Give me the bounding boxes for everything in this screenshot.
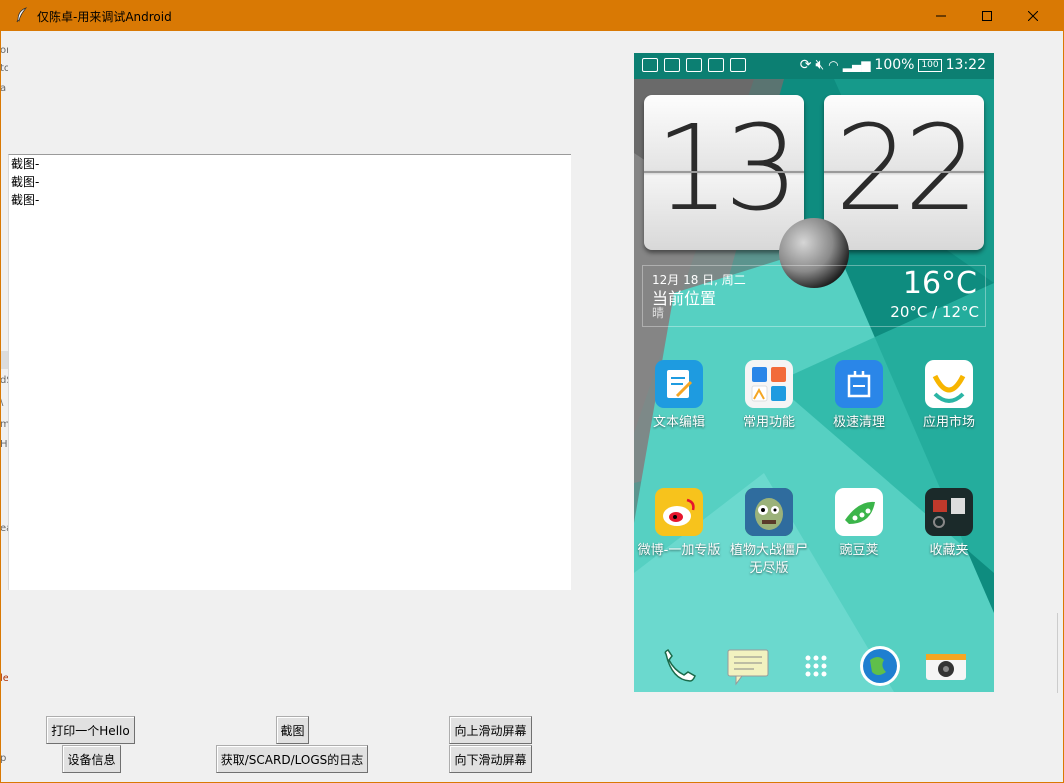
log-output[interactable]: 截图- 截图- 截图- [8,154,571,590]
messages-icon[interactable] [726,644,770,688]
battery-icon: 100 [918,58,942,72]
app-label: 文本编辑 [652,415,705,430]
battery-percent: 100% [874,57,915,73]
storage-icon [708,58,724,72]
phone-screen[interactable]: ⟳ 🔇︎ ◠ ▂▄▆ 100% 100 13:22 13 22 12月 18 日… [634,53,994,692]
weather-temp: 16°C [902,266,977,301]
app-cleaner[interactable]: 极速清理 [814,360,904,432]
app-label: 应用市场 [922,415,975,430]
usb-debug-icon [664,58,680,72]
minimize-icon [936,15,946,16]
phone-dock [634,638,994,692]
flip-divider [824,171,984,173]
browser-icon[interactable] [858,644,902,688]
app-bookmarks[interactable]: 收藏夹 [904,488,994,560]
minimize-button[interactable] [918,0,964,31]
app-text-editor[interactable]: 文本编辑 [634,360,724,432]
edge-line [1057,613,1064,693]
close-button[interactable] [1010,0,1056,31]
edge-block [0,351,8,369]
pvz-icon [745,488,793,536]
edge-fragment: to [0,63,8,74]
edge-fragment: p [0,753,7,764]
edge-fragment: on [0,45,8,56]
weather-condition: 晴 [652,306,665,320]
text-editor-icon [655,360,703,408]
weather-widget[interactable]: 12月 18 日, 周二 当前位置 晴 16°C 20°C / 12°C [642,265,986,327]
bookmarks-icon [925,488,973,536]
window-title: 仅陈卓-用来调试Android [37,10,172,24]
clock-hour-card: 13 [644,95,804,250]
android-status-bar: ⟳ 🔇︎ ◠ ▂▄▆ 100% 100 13:22 [634,53,994,79]
get-logs-button[interactable]: 获取/SCARD/LOGS的日志 [216,745,368,773]
sync-icon: ⟳ [799,57,812,73]
print-hello-button[interactable]: 打印一个Hello [46,716,135,744]
weather-range: 20°C / 12°C [890,303,979,321]
scroll-up-button[interactable]: 向上滑动屏幕 [449,716,532,744]
status-time: 13:22 [945,57,986,73]
log-line: 截图- [11,193,40,207]
weibo-icon [655,488,703,536]
edge-fragment: ea [0,523,8,534]
screenshot-button[interactable]: 截图 [276,716,309,744]
edge-fragment: dS [0,375,8,386]
close-icon [1028,10,1038,21]
cleaner-icon [835,360,883,408]
feather-icon [16,7,28,23]
background-window-edge-right [1055,31,1064,783]
edge-fragment: H [0,439,8,450]
app-market-icon [925,360,973,408]
app-pvz[interactable]: 植物大战僵尸无尽版 [724,488,814,578]
debug-icon [686,58,702,72]
title-bar[interactable]: 仅陈卓-用来调试Android [0,0,1064,31]
notification-icon [642,58,658,72]
app-wandoujia[interactable]: 豌豆荚 [814,488,904,560]
device-info-button[interactable]: 设备信息 [62,745,121,773]
app-window: 仅陈卓-用来调试Android on to a dS \ m H ea le p… [0,0,1064,783]
app-market[interactable]: 应用市场 [904,360,994,432]
clock-minute-card: 22 [824,95,984,250]
app-label: 常用功能 [742,415,795,430]
edge-fragment: \ [0,397,4,408]
log-line: 截图- [11,175,40,189]
edge-fragment: a [0,83,7,94]
maximize-button[interactable] [964,0,1010,31]
app-label: 豌豆荚 [839,543,879,558]
app-tools-folder[interactable]: 常用功能 [724,360,814,432]
wifi-icon: ◠ [828,58,839,72]
signal-icon: ▂▄▆ [842,58,871,72]
debug-icon [730,58,746,72]
app-label: 微博-一加专版 [637,543,721,558]
camera-icon[interactable] [924,644,968,688]
tools-folder-icon [745,360,793,408]
app-drawer-icon[interactable] [794,644,838,688]
flip-divider [644,171,804,173]
app-label: 植物大战僵尸无尽版 [729,543,808,576]
phone-icon[interactable] [658,644,702,688]
edge-fragment: m [0,419,8,430]
app-weibo[interactable]: 微博-一加专版 [634,488,724,560]
maximize-icon [982,10,992,21]
clock-hour: 13 [654,99,799,237]
app-label: 收藏夹 [929,543,969,558]
scroll-down-button[interactable]: 向下滑动屏幕 [449,745,532,773]
log-line: 截图- [11,157,40,171]
app-label: 极速清理 [832,415,885,430]
clock-minute: 22 [834,99,979,237]
edge-fragment: le [0,673,8,684]
wandoujia-icon [835,488,883,536]
mute-icon: 🔇︎ [815,57,825,73]
